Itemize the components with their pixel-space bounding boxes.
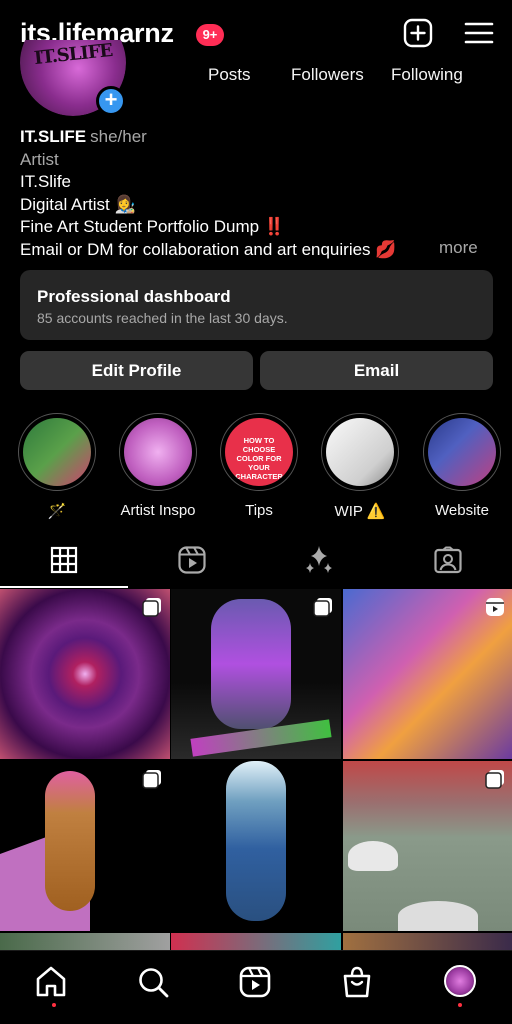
post-thumbnail[interactable] (343, 589, 512, 759)
tab-tagged[interactable] (384, 540, 512, 588)
highlight-label: Website (435, 502, 489, 519)
bio-pronouns: she/her (90, 127, 147, 146)
highlight-cover-text: HOW TO CHOOSE COLOR FOR YOUR CHARACTER (235, 436, 283, 481)
post-butterfly (398, 901, 478, 931)
active-tab-indicator (0, 586, 128, 588)
reel-badge-icon (486, 598, 504, 616)
sparkles-icon (306, 546, 332, 573)
home-icon (36, 966, 66, 997)
highlight-label: 🪄 (47, 503, 67, 520)
bio-more-link[interactable]: more (439, 238, 478, 258)
tab-collabs[interactable] (256, 540, 384, 588)
search-icon (139, 968, 169, 998)
post-figure (226, 761, 286, 921)
nav-search[interactable] (136, 965, 176, 1005)
highlight-label: WIP ⚠️ (334, 503, 386, 520)
notification-badge[interactable]: 9+ (196, 24, 224, 46)
posts-label[interactable]: Posts (208, 65, 251, 85)
post-thumbnail[interactable] (171, 761, 341, 931)
reels-icon (178, 546, 206, 574)
nav-home[interactable] (34, 965, 74, 1007)
story-highlight[interactable]: 🪄 (17, 413, 97, 520)
add-story-button[interactable]: + (96, 86, 126, 116)
bio-name-row: IT.SLIFE she/her (20, 126, 500, 149)
edit-profile-button[interactable]: Edit Profile (20, 351, 253, 390)
bio-line: IT.Slife (20, 172, 72, 191)
post-figure (211, 599, 291, 729)
bio-category: Artist (20, 149, 59, 169)
carousel-icon (142, 770, 161, 789)
profile-bio: IT.SLIFE she/her Artist IT.Slife Digital … (20, 126, 500, 261)
highlight-label: Artist Inspo (120, 502, 196, 519)
bio-name: IT.SLIFE (20, 127, 87, 146)
bottom-nav (0, 950, 512, 1024)
post-figure (45, 771, 95, 911)
avatar-logo-text: IT.SLIFE (33, 40, 114, 70)
shopping-bag-icon (343, 966, 371, 998)
post-thumbnail[interactable] (171, 589, 341, 759)
tab-grid[interactable] (0, 540, 128, 588)
tagged-person-icon (434, 546, 462, 574)
dashboard-subtitle: 85 accounts reached in the last 30 days. (37, 310, 288, 326)
carousel-icon (313, 598, 332, 617)
story-highlight[interactable]: Artist Inspo (118, 413, 198, 519)
highlight-cover (428, 418, 496, 486)
story-highlight[interactable]: Website (422, 413, 502, 519)
carousel-icon (142, 598, 161, 617)
highlight-cover (326, 418, 394, 486)
post-butterfly (348, 841, 398, 871)
nav-notification-dot (458, 1003, 462, 1007)
reels-icon (239, 966, 271, 998)
plus-square-icon[interactable] (403, 18, 433, 48)
highlight-label: Tips (245, 502, 273, 519)
nav-notification-dot (52, 1003, 56, 1007)
tab-reels[interactable] (128, 540, 256, 588)
highlight-cover (124, 418, 192, 486)
nav-profile[interactable] (440, 965, 480, 1007)
email-button[interactable]: Email (260, 351, 493, 390)
post-thumbnail[interactable] (0, 589, 170, 759)
highlight-cover (23, 418, 91, 486)
highlight-cover: HOW TO CHOOSE COLOR FOR YOUR CHARACTER (225, 418, 293, 486)
following-label[interactable]: Following (391, 65, 463, 85)
bio-line: Digital Artist 👩‍🎨 (20, 194, 136, 214)
story-highlight[interactable]: WIP ⚠️ (320, 413, 400, 520)
followers-label[interactable]: Followers (291, 65, 364, 85)
bio-line: Fine Art Student Portfolio Dump ‼️ (20, 217, 285, 236)
hamburger-menu-icon[interactable] (464, 18, 494, 48)
story-highlight[interactable]: HOW TO CHOOSE COLOR FOR YOUR CHARACTER T… (219, 413, 299, 519)
nav-reels[interactable] (238, 965, 278, 1005)
dashboard-title: Professional dashboard (37, 287, 231, 306)
profile-tabs (0, 540, 512, 588)
professional-dashboard[interactable]: Professional dashboard 85 accounts reach… (20, 270, 493, 340)
post-thumbnail[interactable] (343, 761, 512, 931)
post-thumbnail[interactable] (0, 761, 170, 931)
carousel-icon (485, 770, 504, 789)
nav-shop[interactable] (340, 965, 380, 1005)
bio-line: Email or DM for collaboration and art en… (20, 239, 397, 259)
grid-icon (50, 546, 78, 574)
profile-avatar-icon (444, 965, 476, 997)
